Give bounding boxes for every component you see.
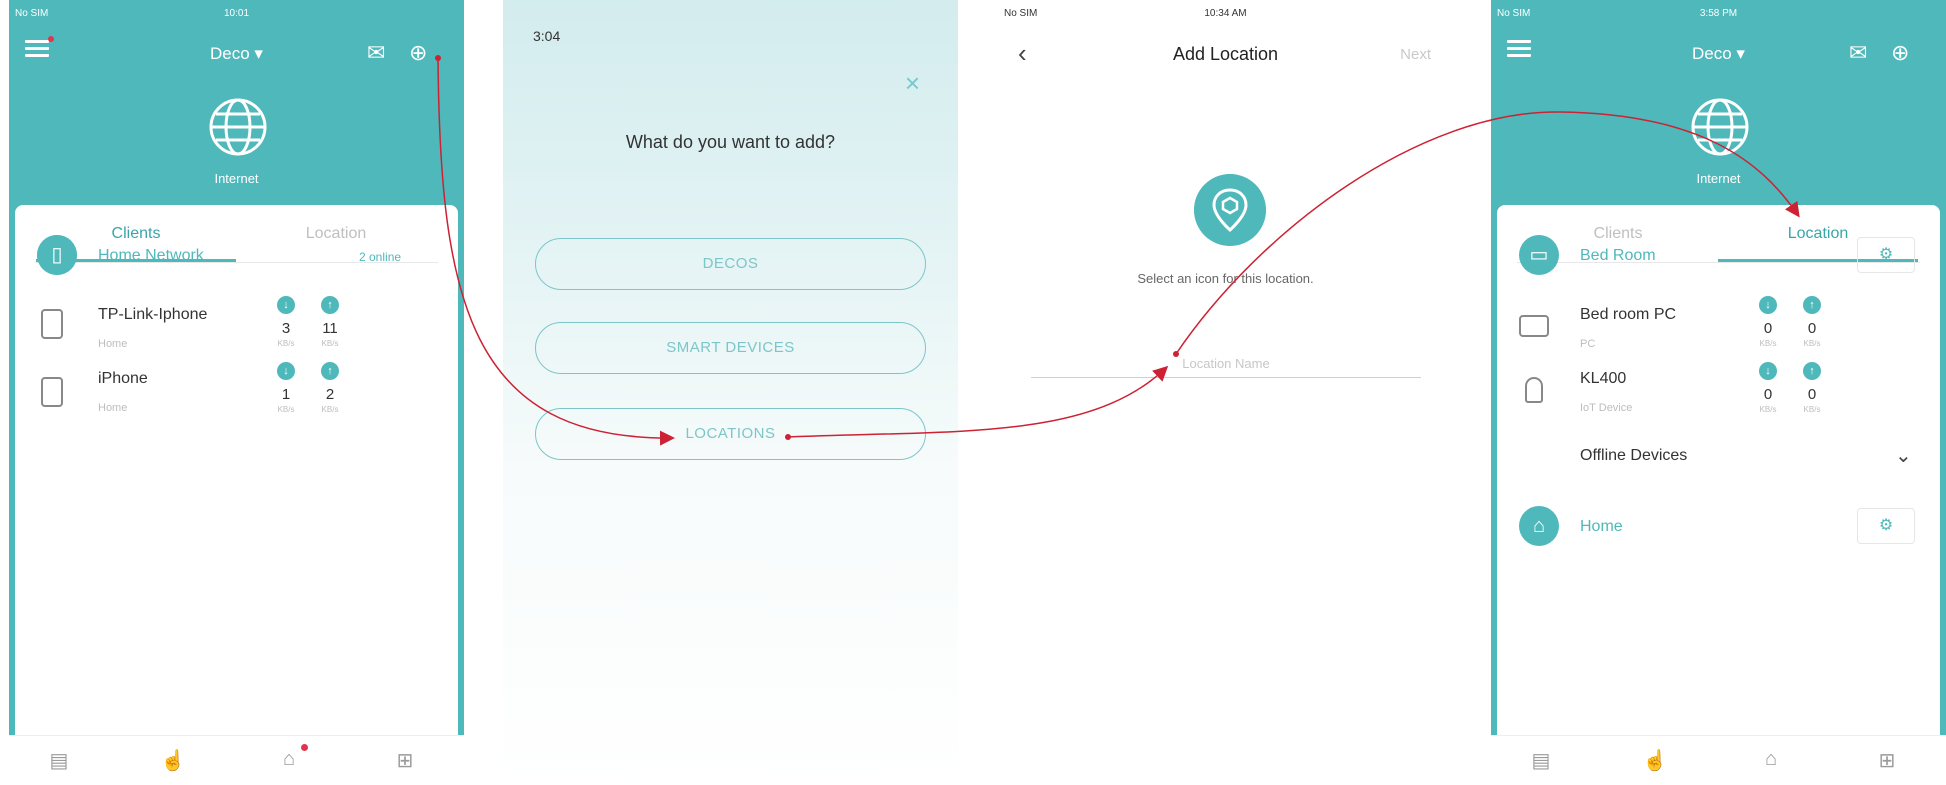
upload-icon: ↑ [321, 296, 339, 314]
screen-add-location: No SIM 10:34 AM ‹ Add Location Next Sele… [998, 0, 1453, 785]
device-location: Home [98, 402, 128, 414]
device-type: IoT Device [1580, 402, 1633, 414]
status-bar: No SIM 10:01 [9, 8, 464, 24]
upload-icon: ↑ [1803, 362, 1821, 380]
notification-dot [48, 36, 54, 42]
clients-icon[interactable]: ☝ [159, 748, 187, 773]
clock: 10:34 AM [1204, 8, 1247, 19]
screen-clients: No SIM 10:01 Deco ▾ ✉ ⊕ Internet Clients… [9, 0, 464, 785]
location-group-name[interactable]: Bed Room [1580, 247, 1656, 265]
phone-icon [41, 377, 63, 407]
upload-speed: 0 [1807, 386, 1817, 403]
device-name[interactable]: TP-Link-Iphone [98, 306, 207, 324]
status-bar: 3:04 [503, 8, 958, 44]
add-title: What do you want to add? [625, 132, 836, 152]
upload-speed: 0 [1807, 320, 1817, 337]
bed-icon: ▭ [1519, 235, 1559, 275]
screen-location: No SIM 3:58 PM Deco ▾ ✉ ⊕ Internet Clien… [1491, 0, 1946, 785]
clock: 3:58 PM [1699, 8, 1738, 19]
more-icon[interactable]: ⊞ [391, 748, 419, 773]
bulb-icon [1525, 377, 1543, 403]
download-icon: ↓ [277, 362, 295, 380]
shield-icon[interactable]: ⌂ [275, 748, 303, 771]
device-name[interactable]: iPhone [98, 370, 148, 388]
gear-icon[interactable]: ⚙ [1857, 237, 1915, 273]
upload-speed: 11 [322, 320, 338, 337]
add-decos-button[interactable]: DECOS [535, 238, 926, 290]
download-speed: 3 [281, 320, 291, 337]
location-group-name[interactable]: Home [1580, 518, 1623, 536]
clients-card: Clients Location ▯ Home Network 2 online… [15, 205, 458, 750]
upload-unit: KB/s [321, 405, 339, 414]
upload-speed: 2 [325, 386, 335, 403]
status-bar: No SIM 3:58 PM [1491, 8, 1946, 24]
internet-label: Internet [1696, 171, 1741, 186]
device-name[interactable]: KL400 [1580, 370, 1626, 388]
offline-devices-toggle[interactable]: Offline Devices [1580, 447, 1687, 465]
upload-unit: KB/s [1803, 405, 1821, 414]
mail-icon[interactable]: ✉ [1849, 40, 1867, 66]
deco-selector[interactable]: Deco ▾ [9, 44, 464, 64]
upload-icon: ↑ [1803, 296, 1821, 314]
download-speed: 0 [1763, 320, 1773, 337]
overview-icon[interactable]: ▤ [1527, 748, 1555, 773]
download-unit: KB/s [277, 405, 295, 414]
home-icon: ⌂ [1519, 506, 1559, 546]
mail-icon[interactable]: ✉ [367, 40, 385, 66]
download-icon: ↓ [1759, 362, 1777, 380]
add-icon[interactable]: ⊕ [409, 40, 427, 66]
download-icon: ↓ [277, 296, 295, 314]
overview-icon[interactable]: ▤ [45, 748, 73, 773]
clients-icon[interactable]: ☝ [1641, 748, 1669, 773]
location-name-input[interactable] [1031, 350, 1421, 378]
upload-unit: KB/s [1803, 339, 1821, 348]
icon-hint: Select an icon for this location. [1137, 271, 1314, 286]
device-name[interactable]: Bed room PC [1580, 306, 1676, 324]
download-unit: KB/s [1759, 339, 1777, 348]
deco-selector[interactable]: Deco ▾ [1491, 44, 1946, 64]
location-card: Clients Location ▭ Bed Room ⚙ Bed room P… [1497, 205, 1940, 750]
download-icon: ↓ [1759, 296, 1777, 314]
shield-icon[interactable]: ⌂ [1757, 748, 1785, 771]
add-icon[interactable]: ⊕ [1891, 40, 1909, 66]
tab-location[interactable]: Location [236, 225, 436, 243]
more-icon[interactable]: ⊞ [1873, 748, 1901, 773]
upload-unit: KB/s [321, 339, 339, 348]
globe-icon [1691, 98, 1749, 156]
add-smart-devices-button[interactable]: SMART DEVICES [535, 322, 926, 374]
status-bar: No SIM 10:34 AM [998, 8, 1453, 24]
clock: 3:04 [533, 28, 561, 44]
bottom-nav: ▤ ☝ ⌂ ⊞ [1491, 735, 1946, 785]
next-button[interactable]: Next [1400, 46, 1431, 63]
globe-icon [209, 98, 267, 156]
screen-add-menu: 3:04 × What do you want to add? DECOS SM… [503, 0, 958, 785]
tutorial-stage: No SIM 10:01 Deco ▾ ✉ ⊕ Internet Clients… [0, 0, 1946, 785]
gear-icon[interactable]: ⚙ [1857, 508, 1915, 544]
notification-dot [301, 744, 308, 751]
download-unit: KB/s [1759, 405, 1777, 414]
upload-icon: ↑ [321, 362, 339, 380]
phone-icon: ▯ [37, 235, 77, 275]
bottom-nav: ▤ ☝ ⌂ ⊞ [9, 735, 464, 785]
location-pin-icon[interactable] [1194, 174, 1266, 246]
clock: 10:01 [223, 8, 250, 19]
page-title: Add Location [1172, 44, 1279, 64]
download-speed: 1 [281, 386, 291, 403]
network-name[interactable]: Home Network [98, 247, 204, 265]
monitor-icon [1519, 315, 1549, 337]
online-count: 2 online [359, 250, 402, 264]
internet-label: Internet [214, 171, 259, 186]
chevron-down-icon[interactable]: ⌄ [1895, 443, 1912, 468]
device-type: PC [1580, 338, 1596, 350]
device-location: Home [98, 338, 128, 350]
add-locations-button[interactable]: LOCATIONS [535, 408, 926, 460]
close-icon[interactable]: × [905, 68, 920, 99]
phone-icon [41, 309, 63, 339]
download-unit: KB/s [277, 339, 295, 348]
download-speed: 0 [1763, 386, 1773, 403]
